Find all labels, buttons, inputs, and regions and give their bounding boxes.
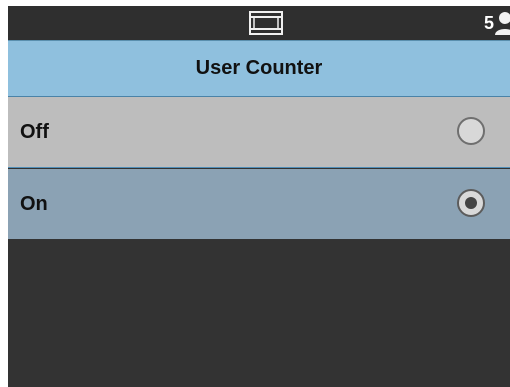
radio-selected-icon[interactable] (457, 189, 485, 217)
option-off-label: Off (20, 121, 49, 143)
status-bar: 5 (8, 6, 510, 41)
user-icon (495, 12, 510, 35)
title-bar: User Counter (8, 41, 510, 97)
scanner-icon (249, 11, 283, 35)
option-off-row[interactable]: Off (8, 97, 510, 168)
radio-unselected-icon[interactable] (457, 117, 485, 145)
radio-selected-dot (465, 197, 477, 209)
option-on-label: On (20, 193, 48, 215)
device-screen: 5 User Counter Off On (8, 6, 510, 387)
page-title: User Counter (195, 57, 323, 79)
option-on-row[interactable]: On (8, 169, 510, 239)
